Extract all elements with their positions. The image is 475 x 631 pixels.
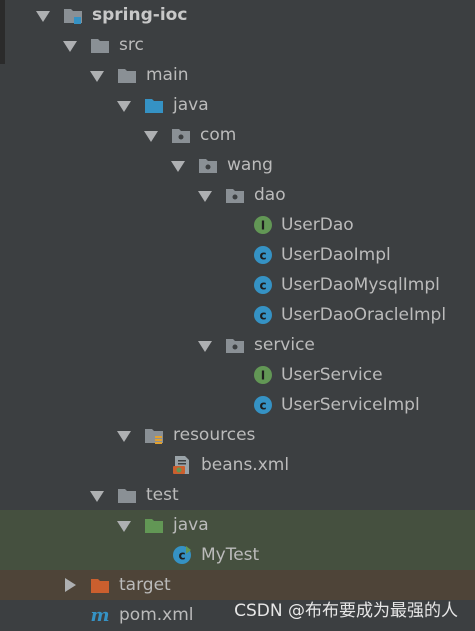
folder-label: main	[146, 65, 189, 85]
class-icon: c	[254, 396, 272, 414]
tree-node-main-java[interactable]: java	[0, 90, 475, 120]
tree-node-project[interactable]: spring-ioc	[0, 0, 475, 30]
class-icon: c	[254, 246, 272, 264]
folder-label: java	[173, 95, 209, 115]
collapse-arrow-icon[interactable]	[65, 578, 76, 592]
tree-node-main[interactable]: main	[0, 60, 475, 90]
svg-text:c: c	[259, 249, 266, 263]
tree-node-file[interactable]: c UserDaoMysqlImpl	[0, 270, 475, 300]
tree-node-resources[interactable]: resources	[0, 420, 475, 450]
folder-icon	[118, 69, 136, 83]
tree-node-dao[interactable]: dao	[0, 180, 475, 210]
interface-icon: I	[254, 366, 272, 384]
resources-folder-icon	[145, 429, 163, 444]
tree-node-file[interactable]: c MyTest	[0, 540, 475, 570]
module-folder-icon	[64, 9, 82, 24]
expand-arrow-icon[interactable]	[144, 131, 158, 142]
file-label: UserDaoOracleImpl	[281, 305, 447, 325]
file-label: UserServiceImpl	[281, 395, 420, 415]
expand-arrow-icon[interactable]	[198, 341, 212, 352]
package-label: dao	[254, 185, 286, 205]
tree-node-file[interactable]: beans.xml	[0, 450, 475, 480]
expand-arrow-icon[interactable]	[90, 491, 104, 502]
folder-label: resources	[173, 425, 256, 445]
svg-text:c: c	[259, 309, 266, 323]
folder-label: src	[119, 35, 144, 55]
expand-arrow-icon[interactable]	[171, 161, 185, 172]
project-tree: spring-ioc src main java com wang dao I …	[0, 0, 475, 630]
svg-text:m: m	[90, 605, 109, 625]
project-name: spring-ioc	[92, 5, 188, 25]
svg-text:c: c	[178, 549, 185, 563]
expand-arrow-icon[interactable]	[63, 41, 77, 52]
excluded-folder-icon	[91, 579, 109, 593]
folder-icon	[118, 489, 136, 503]
folder-label: test	[146, 485, 179, 505]
expand-arrow-icon[interactable]	[117, 431, 131, 442]
package-icon	[172, 129, 190, 143]
package-icon	[199, 159, 217, 173]
watermark: CSDN @布布要成为最强的人	[234, 601, 458, 621]
expand-arrow-icon[interactable]	[198, 191, 212, 202]
maven-icon: m	[90, 605, 109, 625]
package-icon	[226, 189, 244, 203]
tree-node-file[interactable]: I UserDao	[0, 210, 475, 240]
tree-node-file[interactable]: c UserDaoOracleImpl	[0, 300, 475, 330]
file-label: UserDaoMysqlImpl	[281, 275, 440, 295]
folder-label: java	[173, 515, 209, 535]
tree-node-service[interactable]: service	[0, 330, 475, 360]
file-label: UserDaoImpl	[281, 245, 391, 265]
tree-node-test-java[interactable]: java	[0, 510, 475, 540]
file-label: UserService	[281, 365, 383, 385]
tree-node-src[interactable]: src	[0, 30, 475, 60]
file-label: MyTest	[201, 545, 260, 565]
tree-node-com[interactable]: com	[0, 120, 475, 150]
folder-icon	[91, 39, 109, 53]
folder-label: target	[119, 575, 171, 595]
package-label: wang	[227, 155, 273, 175]
file-label: pom.xml	[119, 605, 194, 625]
svg-text:c: c	[259, 279, 266, 293]
interface-icon: I	[254, 216, 272, 234]
expand-arrow-icon[interactable]	[90, 71, 104, 82]
svg-text:I: I	[261, 219, 265, 233]
file-label: UserDao	[281, 215, 354, 235]
file-label: beans.xml	[201, 455, 290, 475]
expand-arrow-icon[interactable]	[117, 521, 131, 532]
tree-node-file[interactable]: c UserDaoImpl	[0, 240, 475, 270]
expand-arrow-icon[interactable]	[117, 101, 131, 112]
spring-xml-icon	[173, 456, 189, 474]
package-label: com	[200, 125, 237, 145]
test-class-icon: c	[173, 546, 191, 564]
source-folder-icon	[145, 99, 163, 113]
expand-arrow-icon[interactable]	[36, 11, 50, 22]
svg-text:I: I	[261, 369, 265, 383]
class-icon: c	[254, 276, 272, 294]
package-icon	[226, 339, 244, 353]
tree-node-file[interactable]: I UserService	[0, 360, 475, 390]
svg-text:c: c	[259, 399, 266, 413]
tree-node-test[interactable]: test	[0, 480, 475, 510]
tree-node-wang[interactable]: wang	[0, 150, 475, 180]
package-label: service	[254, 335, 315, 355]
tree-node-file[interactable]: c UserServiceImpl	[0, 390, 475, 420]
class-icon: c	[254, 306, 272, 324]
test-source-folder-icon	[145, 519, 163, 533]
